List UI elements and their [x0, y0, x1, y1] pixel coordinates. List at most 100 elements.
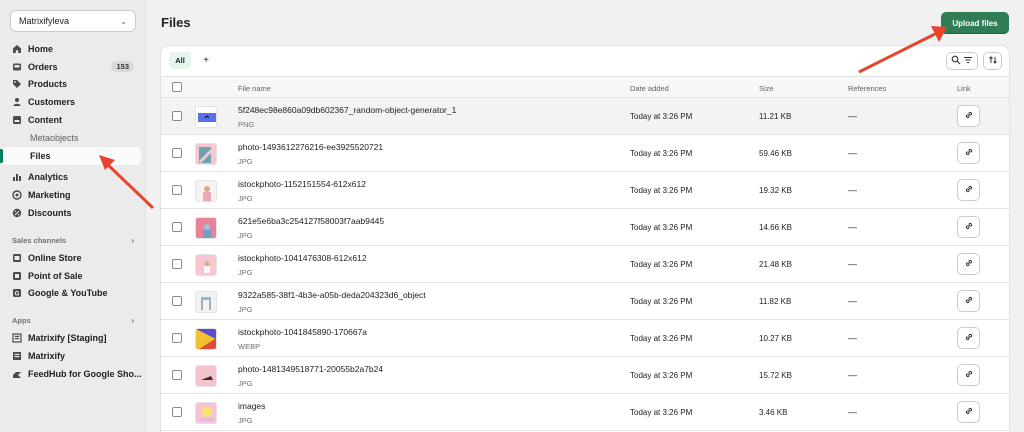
copy-link-button[interactable] [957, 364, 980, 386]
nav-item-matrixify[interactable]: Matrixify [0, 347, 146, 365]
nav-item-content[interactable]: Content [0, 111, 146, 129]
content-icon [12, 115, 22, 125]
link-icon [964, 295, 974, 307]
date-added: Today at 3:26 PM [630, 149, 693, 158]
nav-item-home[interactable]: Home [0, 40, 146, 58]
header-references: References [848, 84, 887, 93]
file-name[interactable]: istockphoto-1041476308-612x612 [238, 253, 367, 263]
file-name[interactable]: 5f248ec98e860a09db602367_random-object-g… [238, 105, 456, 115]
header-file-name[interactable]: File name [238, 84, 271, 93]
nav-label: Analytics [28, 172, 69, 183]
copy-link-button[interactable] [957, 216, 980, 238]
table-row[interactable]: 5f248ec98e860a09db602367_random-object-g… [161, 98, 1009, 135]
references: — [848, 222, 857, 232]
file-thumbnail [195, 365, 217, 387]
file-thumbnail [195, 291, 217, 313]
section-label: Apps [12, 316, 31, 326]
table-row[interactable]: photo-1481349518771-20055b2a7b24 JPG Today… [161, 357, 1009, 394]
copy-link-button[interactable] [957, 105, 980, 127]
nav-item-feedhub[interactable]: FeedHub for Google Sho... [0, 365, 146, 383]
nav-label: Customers [28, 97, 76, 108]
table-row[interactable]: images JPG Today at 3:26 PM 3.46 KB — [161, 394, 1009, 431]
search-filter-button[interactable] [946, 52, 978, 70]
file-size: 3.46 KB [759, 408, 788, 417]
chevron-right-icon: › [131, 316, 134, 326]
nav-label: Point of Sale [28, 270, 83, 281]
store-selector[interactable]: Matrixifyleva ⌄ [10, 10, 136, 32]
tab-all[interactable]: All [169, 52, 191, 69]
file-name[interactable]: istockphoto-1041845890-170667a [238, 327, 367, 337]
link-icon [964, 110, 974, 122]
table-row[interactable]: istockphoto-1041845890-170667a WEBP Today … [161, 320, 1009, 357]
file-size: 19.32 KB [759, 186, 792, 195]
copy-link-button[interactable] [957, 290, 980, 312]
references: — [848, 111, 857, 121]
nav-item-orders[interactable]: Orders 153 [0, 58, 146, 76]
bar-chart-icon [12, 172, 22, 182]
row-checkbox[interactable] [172, 407, 182, 417]
references: — [848, 370, 857, 380]
row-checkbox[interactable] [172, 148, 182, 158]
inbox-icon [12, 62, 22, 72]
file-name[interactable]: photo-1481349518771-20055b2a7b24 [238, 364, 383, 374]
nav-label: Matrixify [28, 351, 66, 362]
sales-channels-header[interactable]: Sales channels › [0, 232, 146, 249]
files-card: All + File name Date added Size Referenc… [161, 46, 1009, 432]
nav-label: Content [28, 115, 62, 126]
add-view-button[interactable]: + [199, 52, 213, 69]
file-name[interactable]: 9322a585-38f1-4b3e-a05b-deda204323d6_obj… [238, 290, 426, 300]
upload-files-button[interactable]: Upload files [941, 12, 1009, 34]
link-icon [964, 369, 974, 381]
row-checkbox[interactable] [172, 296, 182, 306]
nav-item-google-youtube[interactable]: G Google & YouTube [0, 285, 146, 303]
row-checkbox[interactable] [172, 259, 182, 269]
link-icon [964, 332, 974, 344]
pos-icon [12, 271, 22, 281]
file-name[interactable]: istockphoto-1152151554-612x612 [238, 179, 366, 189]
store-icon [12, 253, 22, 263]
file-size: 11.82 KB [759, 297, 792, 306]
table-row[interactable]: photo-1493612276216-ee3925520721 JPG Today… [161, 135, 1009, 172]
file-name[interactable]: photo-1493612276216-ee3925520721 [238, 142, 383, 152]
table-row[interactable]: 621e5e6ba3c254127f58003f7aab9445 JPG Today… [161, 209, 1009, 246]
copy-link-button[interactable] [957, 401, 980, 423]
sort-icon [988, 55, 998, 67]
app-icon [12, 333, 22, 343]
copy-link-button[interactable] [957, 253, 980, 275]
file-name[interactable]: images [238, 401, 265, 411]
references: — [848, 259, 857, 269]
copy-link-button[interactable] [957, 327, 980, 349]
copy-link-button[interactable] [957, 179, 980, 201]
app-icon [12, 351, 22, 361]
file-type: WEBP [238, 342, 261, 351]
nav-item-point-of-sale[interactable]: Point of Sale [0, 267, 146, 285]
row-checkbox[interactable] [172, 333, 182, 343]
annotation-arrow-files [99, 155, 155, 210]
table-row[interactable]: 9322a585-38f1-4b3e-a05b-deda204323d6_obj… [161, 283, 1009, 320]
table-row[interactable]: istockphoto-1152151554-612x612 JPG Today a… [161, 172, 1009, 209]
feedhub-icon [12, 369, 22, 379]
copy-link-button[interactable] [957, 142, 980, 164]
apps-header[interactable]: Apps › [0, 312, 146, 329]
nav-item-products[interactable]: Products [0, 76, 146, 94]
sort-button[interactable] [983, 52, 1002, 70]
link-icon [964, 258, 974, 270]
nav-item-metaobjects[interactable]: Metaobjects [0, 129, 146, 147]
nav-item-customers[interactable]: Customers [0, 93, 146, 111]
row-checkbox[interactable] [172, 111, 182, 121]
nav-label: Files [30, 150, 51, 161]
file-size: 14.66 KB [759, 223, 792, 232]
nav-item-matrixify-staging[interactable]: Matrixify [Staging] [0, 329, 146, 347]
row-checkbox[interactable] [172, 370, 182, 380]
nav-label: Products [28, 79, 68, 90]
table-row[interactable]: istockphoto-1041476308-612x612 JPG Today a… [161, 246, 1009, 283]
header-size[interactable]: Size [759, 84, 774, 93]
nav-item-online-store[interactable]: Online Store [0, 249, 146, 267]
row-checkbox[interactable] [172, 222, 182, 232]
row-checkbox[interactable] [172, 185, 182, 195]
file-name[interactable]: 621e5e6ba3c254127f58003f7aab9445 [238, 216, 384, 226]
chevron-right-icon: › [131, 235, 134, 245]
nav-label: Metaobjects [30, 132, 79, 143]
header-date-added[interactable]: Date added [630, 84, 669, 93]
select-all-checkbox[interactable] [172, 82, 182, 92]
